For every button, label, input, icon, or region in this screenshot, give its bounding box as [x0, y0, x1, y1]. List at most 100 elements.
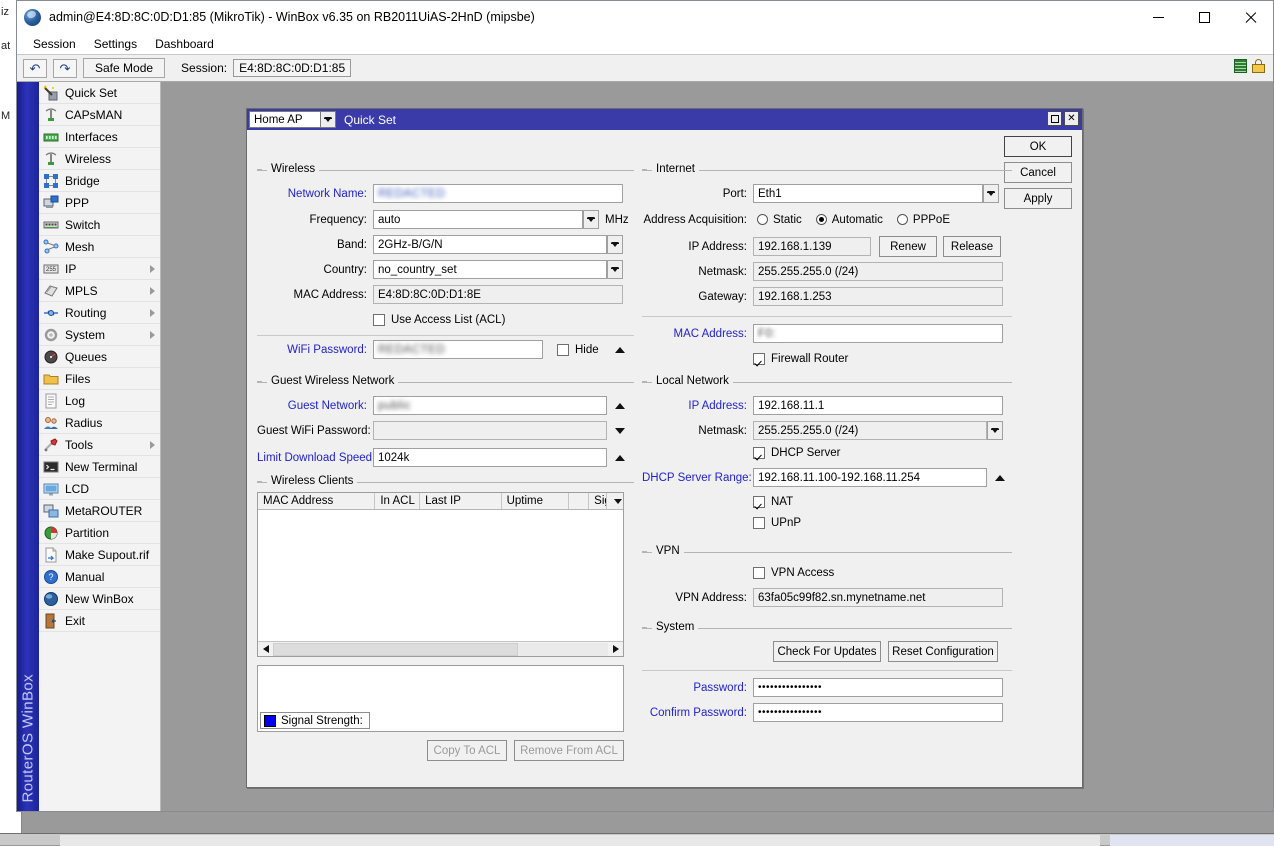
minimize-button[interactable]	[1135, 1, 1181, 33]
wifi-password-input[interactable]: REDACTED	[373, 340, 543, 359]
dhcp-server-checkbox[interactable]	[753, 447, 765, 459]
country-input[interactable]: no_country_set	[373, 260, 607, 279]
guest-password-input[interactable]	[373, 421, 607, 440]
mode-select-dropdown-button[interactable]	[321, 111, 336, 128]
sidebar-item-queues[interactable]: Queues	[39, 346, 160, 368]
wifi-password-collapse-button[interactable]	[615, 347, 625, 353]
check-for-updates-button[interactable]: Check For Updates	[773, 641, 881, 662]
firewall-router-checkbox[interactable]	[753, 353, 765, 365]
sidebar-item-files[interactable]: Files	[39, 368, 160, 390]
safe-mode-button[interactable]: Safe Mode	[83, 58, 165, 78]
sidebar-item-routing[interactable]: Routing	[39, 302, 160, 324]
redo-button[interactable]: ↷	[53, 59, 77, 78]
menu-settings[interactable]: Settings	[86, 35, 145, 53]
dhcp-range-input[interactable]: 192.168.11.100-192.168.11.254	[753, 468, 987, 487]
dialog-close-button[interactable]: ✕	[1064, 111, 1079, 126]
column-mac-address[interactable]: MAC Address	[258, 493, 375, 509]
sidebar-item-bridge[interactable]: Bridge	[39, 170, 160, 192]
column-uptime[interactable]: Uptime	[502, 493, 570, 509]
sidebar-item-system[interactable]: System	[39, 324, 160, 346]
column-last-ip[interactable]: Last IP	[420, 493, 502, 509]
session-value[interactable]: E4:8D:8C:0D:D1:85	[233, 59, 351, 77]
sidebar-item-capsman[interactable]: CAPsMAN	[39, 104, 160, 126]
sidebar-item-new-winbox[interactable]: New WinBox	[39, 588, 160, 610]
confirm-password-input[interactable]: ••••••••••••••••	[753, 703, 1003, 722]
scrollbar-track[interactable]	[273, 643, 608, 656]
sidebar-item-wireless[interactable]: Wireless	[39, 148, 160, 170]
password-input[interactable]: ••••••••••••••••	[753, 678, 1003, 697]
cancel-button[interactable]: Cancel	[1004, 162, 1072, 183]
upnp-checkbox[interactable]	[753, 517, 765, 529]
radio-static[interactable]	[757, 214, 768, 225]
radio-automatic[interactable]	[816, 214, 827, 225]
sidebar-item-manual[interactable]: ?Manual	[39, 566, 160, 588]
release-button[interactable]: Release	[943, 236, 1001, 257]
scroll-left-button[interactable]	[258, 642, 273, 657]
sidebar-item-mesh[interactable]: Mesh	[39, 236, 160, 258]
sidebar-item-quick-set[interactable]: Quick Set	[39, 82, 160, 104]
frequency-dropdown-button[interactable]	[583, 210, 599, 229]
sidebar-item-ppp[interactable]: PPP	[39, 192, 160, 214]
local-ip-input[interactable]: 192.168.11.1	[753, 396, 1003, 415]
close-button[interactable]	[1227, 1, 1273, 33]
sidebar-item-label: Radius	[65, 416, 102, 430]
vpn-access-checkbox[interactable]	[753, 567, 765, 579]
maximize-button[interactable]	[1181, 1, 1227, 33]
country-dropdown-button[interactable]	[607, 260, 623, 279]
apply-button[interactable]: Apply	[1004, 188, 1072, 209]
sidebar-item-radius[interactable]: Radius	[39, 412, 160, 434]
upnp-label: UPnP	[771, 517, 801, 529]
menu-session[interactable]: Session	[25, 35, 84, 53]
limit-download-input[interactable]: 1024k	[373, 448, 607, 467]
undo-button[interactable]: ↶	[23, 59, 47, 78]
copy-to-acl-button[interactable]: Copy To ACL	[427, 740, 507, 761]
guest-network-collapse-button[interactable]	[615, 403, 625, 409]
sidebar-item-mpls[interactable]: MPLS	[39, 280, 160, 302]
band-input[interactable]: 2GHz-B/G/N	[373, 235, 607, 254]
column-signal[interactable]: Sig	[589, 493, 607, 509]
use-acl-checkbox[interactable]	[373, 314, 385, 326]
table-horizontal-scrollbar[interactable]	[258, 641, 623, 656]
vpn-group-legend: VPN	[652, 545, 684, 557]
sidebar-item-make-supout-rif[interactable]: Make Supout.rif	[39, 544, 160, 566]
caret-up-icon	[615, 455, 625, 461]
guest-network-input[interactable]: public	[373, 396, 607, 415]
radio-pppoe[interactable]	[897, 214, 908, 225]
sidebar-item-log[interactable]: Log	[39, 390, 160, 412]
internet-port-dropdown-button[interactable]	[983, 184, 999, 203]
band-dropdown-button[interactable]	[607, 235, 623, 254]
sidebar-item-ip[interactable]: 255IP	[39, 258, 160, 280]
menu-dashboard[interactable]: Dashboard	[147, 35, 222, 53]
sidebar-item-exit[interactable]: Exit	[39, 610, 160, 632]
local-netmask-dropdown-button[interactable]	[987, 421, 1003, 440]
reset-configuration-button[interactable]: Reset Configuration	[888, 641, 998, 662]
scrollbar-thumb[interactable]	[273, 643, 518, 656]
hide-password-checkbox[interactable]	[557, 344, 569, 356]
scroll-right-button[interactable]	[608, 642, 623, 657]
column-options-button[interactable]	[607, 493, 623, 509]
sidebar-item-switch[interactable]: Switch	[39, 214, 160, 236]
sidebar-item-partition[interactable]: Partition	[39, 522, 160, 544]
dialog-content: OK Cancel Apply Wireless Network	[247, 130, 1082, 787]
mode-select-value[interactable]: Home AP	[249, 111, 321, 128]
sidebar-item-interfaces[interactable]: Interfaces	[39, 126, 160, 148]
nat-checkbox[interactable]	[753, 496, 765, 508]
dialog-maximize-button[interactable]	[1047, 111, 1062, 126]
internet-port-input[interactable]: Eth1	[753, 184, 983, 203]
local-netmask-input[interactable]: 255.255.255.0 (/24)	[753, 421, 987, 440]
dhcp-range-collapse-button[interactable]	[995, 475, 1005, 481]
sidebar-item-tools[interactable]: Tools	[39, 434, 160, 456]
sidebar-item-new-terminal[interactable]: New Terminal	[39, 456, 160, 478]
ok-button[interactable]: OK	[1004, 136, 1072, 157]
sidebar-item-metarouter[interactable]: MetaROUTER	[39, 500, 160, 522]
renew-button[interactable]: Renew	[879, 236, 937, 257]
guest-password-expand-button[interactable]	[615, 428, 625, 434]
remove-from-acl-button[interactable]: Remove From ACL	[514, 740, 624, 761]
column-blank[interactable]	[569, 493, 589, 509]
network-name-input[interactable]: REDACTED	[373, 184, 623, 203]
limit-download-collapse-button[interactable]	[615, 455, 625, 461]
sidebar-item-lcd[interactable]: LCD	[39, 478, 160, 500]
internet-mac-input[interactable]: F0:	[753, 324, 1003, 343]
column-in-acl[interactable]: In ACL	[375, 493, 420, 509]
frequency-input[interactable]: auto	[373, 210, 583, 229]
